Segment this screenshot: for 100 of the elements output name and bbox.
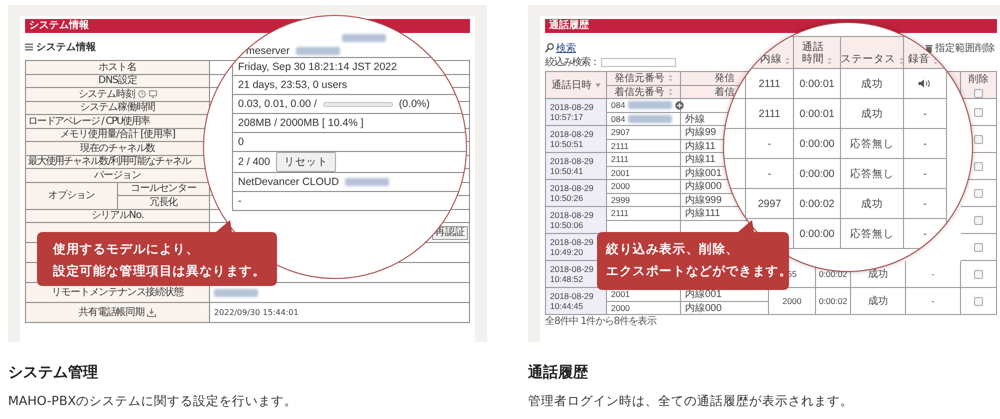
phone-number: 2001 xyxy=(611,289,630,300)
row-label: バージョン xyxy=(94,170,141,181)
feature-title: システム管理 xyxy=(8,363,99,381)
extension-text: 2111 xyxy=(758,108,780,120)
row-label: ホスト名 xyxy=(98,62,136,73)
column-header: 着信 xyxy=(714,86,734,99)
row-label: メモリ使用量/合計 [使用率] xyxy=(60,129,176,140)
recording-text: - xyxy=(923,198,927,210)
recording-text: - xyxy=(923,108,927,120)
duration-text: 0:00:01 xyxy=(799,108,835,120)
row-label: オプション xyxy=(48,190,95,201)
row-label: リモートメンテナンス接続状態 xyxy=(52,287,184,298)
date-text: 2018-08-29 xyxy=(550,156,594,166)
date-text: 2018-08-29 xyxy=(550,102,594,112)
date-text: 2018-08-29 xyxy=(550,129,594,139)
phone-number: 2000 xyxy=(611,181,630,192)
section-heading: システム情報 xyxy=(36,40,96,54)
result-count: 全8件中 1件から8件を表示 xyxy=(545,316,658,327)
value-text: 0 xyxy=(238,136,244,148)
column-header: 削除 xyxy=(968,72,988,86)
value-text: 2022/09/30 15:44:01 xyxy=(214,308,299,317)
line-type: 内線001 xyxy=(685,166,722,180)
header-bar: 通話履歴 xyxy=(545,19,997,33)
row-label: 最大使用チャネル数/利用可能なチャネル xyxy=(28,156,190,168)
row-label: システム時刻 xyxy=(78,88,135,100)
recording-text: - xyxy=(923,168,927,180)
filter-label: 絞込み検索： xyxy=(545,56,599,69)
column-header: 録音 xyxy=(908,53,930,65)
feature-description: 管理者ログイン時は、全ての通話履歴が表示されます。 xyxy=(528,393,854,409)
date-text: 2018-08-29 xyxy=(550,264,594,274)
extension-text: - xyxy=(768,168,772,180)
value-text: 0.03, 0.01, 0.00 / xyxy=(238,98,317,110)
status-text: 成功 xyxy=(868,294,888,308)
extension-text: 2997 xyxy=(758,198,782,210)
recording-text: - xyxy=(923,138,927,150)
recording-text: - xyxy=(932,296,934,306)
row-label: 共有電話帳同期 xyxy=(78,307,144,318)
status-text: 応答無し xyxy=(850,226,894,240)
date-text: 2018-08-29 xyxy=(550,210,594,220)
status-text: 応答無し xyxy=(850,166,894,180)
value-text: NetDevancer CLOUD xyxy=(238,176,339,188)
line-type: 内線000 xyxy=(685,302,722,315)
time-text: 10:50:41 xyxy=(550,166,584,176)
delete-range-link[interactable]: 指定範囲削除 xyxy=(935,41,995,55)
duration-text: 0:00:01 xyxy=(799,78,835,90)
search-link[interactable]: 検索 xyxy=(556,41,576,55)
phone-number: 2111 xyxy=(611,208,629,218)
line-type: 内線11 xyxy=(685,152,716,166)
callout-text: 使用するモデルにより、 設定可能な管理項目は異なります。 xyxy=(53,240,266,280)
status-text: 成功 xyxy=(861,76,883,90)
value-text: 21 days, 23:53, 0 users xyxy=(238,79,348,91)
row-label: 冗長化 xyxy=(149,196,178,208)
time-text: 10:57:17 xyxy=(550,112,584,122)
duration-text: 0:00:02 xyxy=(818,269,848,279)
line-type: 内線001 xyxy=(685,288,722,302)
value-text: 2 / 400 xyxy=(238,156,270,168)
line-type: 内線11 xyxy=(685,140,716,153)
time-text: 10:50:26 xyxy=(550,193,584,203)
extension-text: 2111 xyxy=(758,78,780,90)
value-text: (0.0%) xyxy=(398,98,430,110)
status-text: 成功 xyxy=(861,196,883,210)
feature-description: MAHO-PBXのシステムに関する設定を行います。 xyxy=(8,393,298,409)
time-text: 10:50:51 xyxy=(550,139,584,149)
value-text: 208MB / 2000MB [ 10.4% ] xyxy=(238,117,364,129)
column-header: 通話 時間 xyxy=(802,41,824,65)
duration-text: 0:00:02 xyxy=(799,198,835,210)
phone-number: 2000 xyxy=(611,302,630,313)
phone-number: 2111 xyxy=(611,154,629,164)
phone-number: 2001 xyxy=(611,168,630,178)
status-text: 応答無し xyxy=(850,136,894,150)
time-text: 10:44:45 xyxy=(550,301,584,311)
line-type: 内線999 xyxy=(685,194,722,207)
row-label: ロードアベレージ / CPU使用率 xyxy=(28,116,150,127)
row-label: コールセンター xyxy=(130,183,196,194)
duration-text: 0:00:02 xyxy=(818,296,848,306)
date-text: 2018-08-29 xyxy=(550,237,594,247)
reset-button[interactable]: リセット xyxy=(276,152,336,172)
time-text: 10:50:06 xyxy=(550,220,584,230)
value-text: meserver xyxy=(246,44,290,56)
line-type: 内線111 xyxy=(685,206,720,220)
line-type: 外線 xyxy=(685,112,705,126)
phone-number: 084 xyxy=(611,100,626,110)
line-type: 内線99 xyxy=(685,126,716,140)
column-header: 発信元番号 xyxy=(614,72,664,86)
column-header: 発信 xyxy=(714,72,734,86)
time-text: 10:48:52 xyxy=(550,274,584,284)
recording-text: - xyxy=(923,228,927,240)
duration-text: 0:00:00 xyxy=(799,168,835,180)
phone-number: 2999 xyxy=(611,194,630,205)
date-text: 2018-08-29 xyxy=(550,183,594,193)
value-text: - xyxy=(238,195,242,207)
time-text: 10:49:20 xyxy=(550,247,584,257)
value-text: Friday, Sep 30 18:21:14 JST 2022 xyxy=(238,60,397,72)
status-text: 成功 xyxy=(868,268,888,281)
extension-text: - xyxy=(768,138,772,150)
recording-text: - xyxy=(932,269,934,279)
duration-text: 0:00:00 xyxy=(799,138,835,150)
phone-number: 2111 xyxy=(611,140,629,151)
phone-number: 084 xyxy=(611,114,626,124)
row-label: 現在のチャネル数 xyxy=(80,142,156,154)
